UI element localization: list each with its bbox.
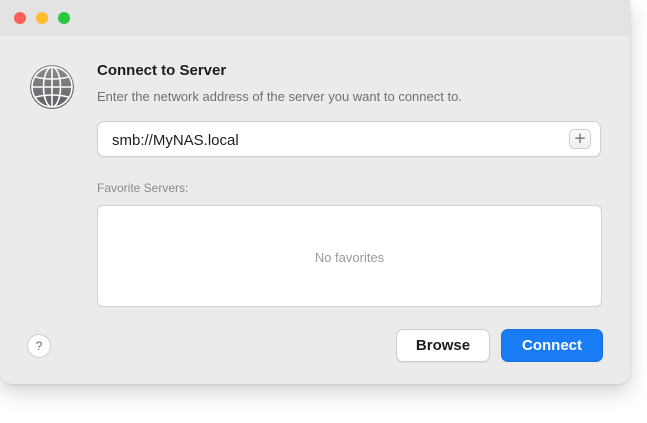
- help-button[interactable]: ?: [27, 334, 51, 358]
- server-address-input[interactable]: [112, 130, 552, 150]
- dialog-title: Connect to Server: [97, 62, 227, 79]
- connect-to-server-window: Connect to Server Enter the network addr…: [0, 0, 630, 384]
- server-address-field[interactable]: +: [97, 121, 601, 157]
- favorite-servers-list[interactable]: No favorites: [97, 205, 602, 307]
- dialog-subtitle: Enter the network address of the server …: [97, 89, 462, 104]
- close-window-button[interactable]: [14, 12, 26, 24]
- favorites-empty-message: No favorites: [314, 250, 385, 265]
- browse-button[interactable]: Browse: [396, 329, 490, 362]
- favorite-servers-label: Favorite Servers:: [97, 181, 189, 195]
- add-favorite-button[interactable]: +: [569, 129, 591, 149]
- minimize-window-button[interactable]: [36, 12, 48, 24]
- zoom-window-button[interactable]: [58, 12, 70, 24]
- title-bar: [0, 0, 630, 36]
- connect-button[interactable]: Connect: [501, 329, 603, 362]
- globe-icon: [30, 65, 74, 109]
